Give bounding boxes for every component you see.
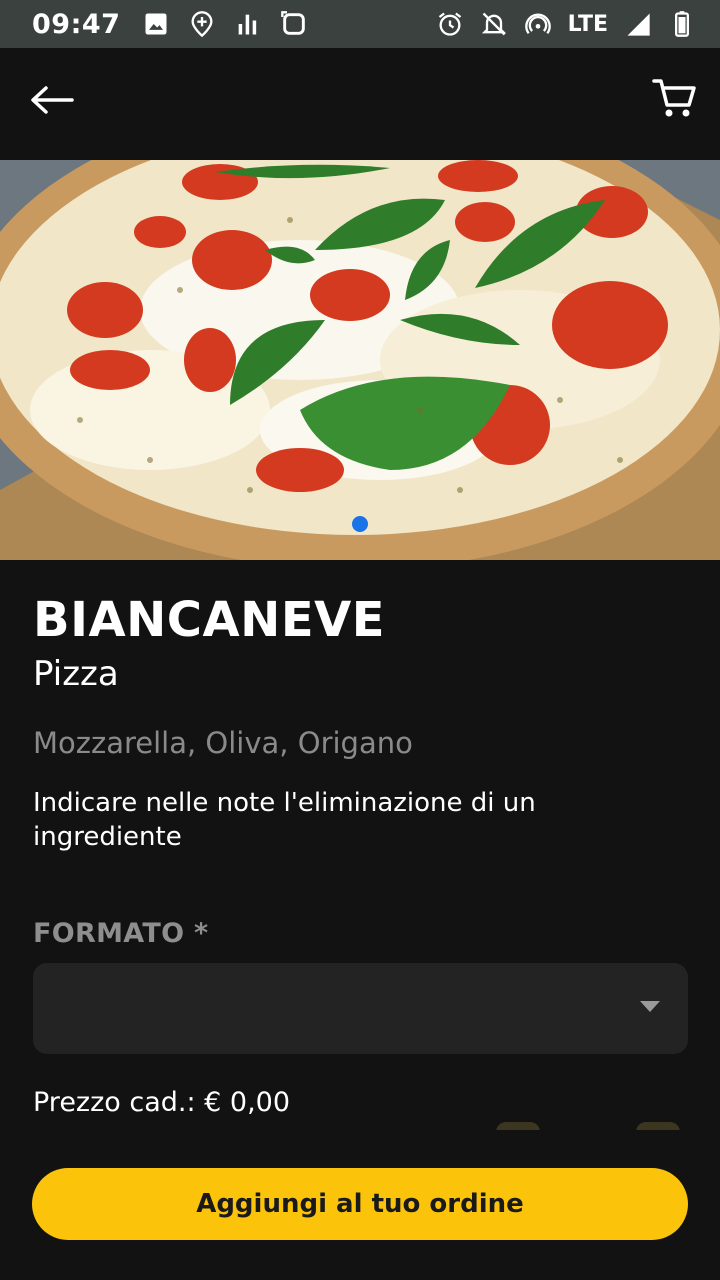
product-ingredients: Mozzarella, Oliva, Origano <box>33 726 413 760</box>
dropdown-arrow-icon <box>640 1001 660 1012</box>
product-note: Indicare nelle note l'eliminazione di un… <box>33 788 536 852</box>
unit-price: Prezzo cad.: € 0,00 <box>33 1087 291 1118</box>
app-bar <box>0 48 720 160</box>
arrow-left-icon <box>30 85 74 119</box>
format-select[interactable] <box>33 963 688 1054</box>
screenshot-icon <box>280 10 308 38</box>
carousel-indicator[interactable] <box>352 516 368 532</box>
battery-icon <box>668 10 696 38</box>
location-plus-icon <box>188 10 216 38</box>
status-time: 09:47 <box>32 8 121 40</box>
hotspot-icon <box>524 10 552 38</box>
pizza-illustration <box>0 160 720 560</box>
network-type: LTE <box>567 11 608 37</box>
alarm-icon <box>436 10 464 38</box>
notifications-off-icon <box>480 10 508 38</box>
product-category: Pizza <box>33 654 119 694</box>
format-label: FORMATO * <box>33 918 209 949</box>
product-image[interactable] <box>0 160 720 560</box>
cell-signal-icon <box>624 10 652 38</box>
back-button[interactable] <box>24 78 80 126</box>
signal-bars-icon <box>234 10 262 38</box>
cart-button[interactable] <box>648 74 700 126</box>
cart-icon <box>652 77 696 123</box>
add-to-order-button[interactable]: Aggiungi al tuo ordine <box>32 1168 688 1240</box>
product-title: BIANCANEVE <box>33 592 386 648</box>
image-icon <box>142 10 170 38</box>
status-bar: 09:47 LTE <box>0 0 720 48</box>
